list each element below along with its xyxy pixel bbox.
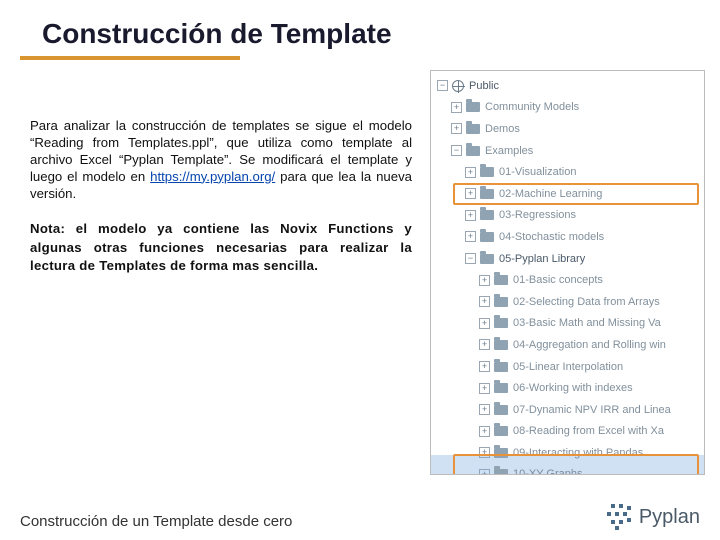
tree-label: Examples — [485, 145, 533, 157]
expand-icon[interactable]: + — [479, 296, 490, 307]
globe-icon — [452, 80, 464, 92]
tree-item-community[interactable]: + Community Models — [435, 97, 704, 119]
tree-label: 06-Working with indexes — [513, 382, 633, 394]
expand-icon[interactable]: + — [479, 361, 490, 372]
tree-label: 07-Dynamic NPV IRR and Linea — [513, 404, 671, 416]
expand-icon[interactable]: + — [479, 339, 490, 350]
tree-item[interactable]: +04-Stochastic models — [435, 226, 704, 248]
tree-label: 05-Linear Interpolation — [513, 361, 623, 373]
tree-item[interactable]: +02-Selecting Data from Arrays — [435, 291, 704, 313]
tree-item-examples[interactable]: − Examples — [435, 140, 704, 162]
tree-label: 04-Aggregation and Rolling win — [513, 339, 666, 351]
expand-icon[interactable]: + — [465, 188, 476, 199]
collapse-icon[interactable]: − — [437, 80, 448, 91]
tree-item[interactable]: +05-Linear Interpolation — [435, 356, 704, 378]
tree-item-pyplan-library[interactable]: − 05-Pyplan Library — [435, 248, 704, 270]
footer-text: Construcción de un Template desde cero — [20, 513, 292, 530]
folder-icon — [466, 124, 480, 134]
logo-text: Pyplan — [639, 506, 700, 529]
folder-icon — [494, 469, 508, 475]
expand-icon[interactable]: + — [465, 231, 476, 242]
tree-label: 03-Basic Math and Missing Va — [513, 317, 661, 329]
tree-item[interactable]: +01-Basic concepts — [435, 269, 704, 291]
tree-label: 01-Visualization — [499, 166, 576, 178]
collapse-icon[interactable]: − — [451, 145, 462, 156]
collapse-icon[interactable]: − — [465, 253, 476, 264]
expand-icon[interactable]: + — [451, 102, 462, 113]
tree-item[interactable]: +08-Reading from Excel with Xa — [435, 421, 704, 443]
tree-item[interactable]: +03-Basic Math and Missing Va — [435, 313, 704, 335]
folder-icon — [466, 146, 480, 156]
tree-item[interactable]: +04-Aggregation and Rolling win — [435, 334, 704, 356]
expand-icon[interactable]: + — [479, 447, 490, 458]
tree-label: Community Models — [485, 101, 579, 113]
expand-icon[interactable]: + — [451, 123, 462, 134]
folder-icon — [480, 232, 494, 242]
tree-item[interactable]: +09-Interacting with Pandas — [435, 442, 704, 464]
expand-icon[interactable]: + — [479, 318, 490, 329]
tree-label: 04-Stochastic models — [499, 231, 604, 243]
body-text-column: Para analizar la construcción de templat… — [30, 70, 430, 475]
file-tree-panel: − Public + Community Models + Demos − Ex… — [430, 70, 705, 475]
file-tree[interactable]: − Public + Community Models + Demos − Ex… — [431, 71, 704, 475]
tree-label: Public — [469, 80, 499, 92]
folder-icon — [480, 254, 494, 264]
expand-icon[interactable]: + — [479, 404, 490, 415]
tree-label: 02-Machine Learning — [499, 188, 602, 200]
tree-label: 03-Regressions — [499, 209, 576, 221]
tree-item[interactable]: +02-Machine Learning — [435, 183, 704, 205]
tree-label: 02-Selecting Data from Arrays — [513, 296, 660, 308]
folder-icon — [494, 275, 508, 285]
expand-icon[interactable]: + — [479, 426, 490, 437]
tree-item[interactable]: +03-Regressions — [435, 205, 704, 227]
tree-item-demos[interactable]: + Demos — [435, 118, 704, 140]
folder-icon — [494, 318, 508, 328]
folder-icon — [480, 210, 494, 220]
tree-item[interactable]: +06-Working with indexes — [435, 377, 704, 399]
note-paragraph: Nota: el modelo ya contiene las Novix Fu… — [30, 220, 412, 275]
folder-icon — [494, 297, 508, 307]
tree-root-public[interactable]: − Public — [435, 75, 704, 97]
tree-label: 09-Interacting with Pandas — [513, 447, 643, 459]
tree-label: 05-Pyplan Library — [499, 253, 585, 265]
tree-item[interactable]: +10-XY Graphs — [435, 464, 704, 475]
folder-icon — [466, 102, 480, 112]
expand-icon[interactable]: + — [479, 275, 490, 286]
expand-icon[interactable]: + — [479, 383, 490, 394]
expand-icon[interactable]: + — [465, 210, 476, 221]
intro-paragraph: Para analizar la construcción de templat… — [30, 118, 412, 202]
pyplan-logo: Pyplan — [607, 504, 700, 530]
tree-label: 10-XY Graphs — [513, 468, 583, 475]
folder-icon — [480, 167, 494, 177]
folder-icon — [494, 405, 508, 415]
folder-icon — [480, 189, 494, 199]
folder-icon — [494, 383, 508, 393]
expand-icon[interactable]: + — [465, 167, 476, 178]
tree-label: Demos — [485, 123, 520, 135]
tree-label: 08-Reading from Excel with Xa — [513, 425, 664, 437]
folder-icon — [494, 340, 508, 350]
pyplan-link[interactable]: https://my.pyplan.org/ — [150, 169, 275, 184]
logo-mark-icon — [607, 504, 633, 530]
folder-icon — [494, 362, 508, 372]
tree-item[interactable]: +01-Visualization — [435, 161, 704, 183]
folder-icon — [494, 448, 508, 458]
page-title: Construcción de Template — [0, 0, 720, 56]
tree-label: 01-Basic concepts — [513, 274, 603, 286]
title-underline — [20, 56, 240, 60]
tree-item[interactable]: +07-Dynamic NPV IRR and Linea — [435, 399, 704, 421]
folder-icon — [494, 426, 508, 436]
expand-icon[interactable]: + — [479, 469, 490, 475]
